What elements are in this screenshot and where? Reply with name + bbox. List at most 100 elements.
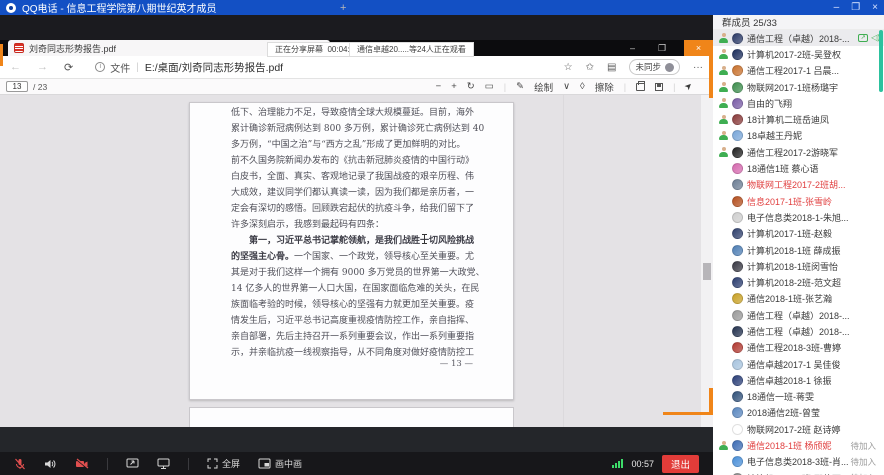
new-tab-button[interactable]: + <box>340 2 346 14</box>
member-name: 通信卓越2017-1 吴佳俊 <box>747 358 841 371</box>
draw-button[interactable]: 绘制 <box>534 80 553 94</box>
favorite-star-icon[interactable]: ☆ <box>564 62 573 73</box>
zoom-in-icon[interactable]: + <box>451 81 457 92</box>
pending-join-label: 待加入 <box>850 440 880 452</box>
member-row[interactable]: 通信工程2018-3班-曹婷 <box>713 340 884 356</box>
member-row[interactable]: 2018通信2班-曾莹 <box>713 405 884 421</box>
erase-button[interactable]: 擦除 <box>595 80 614 94</box>
member-row[interactable]: 计算机2018-2班-范文超 <box>713 274 884 290</box>
page-number-input[interactable]: 13 <box>6 81 28 92</box>
pdf-scrollbar-track[interactable] <box>701 95 713 427</box>
member-avatar <box>732 310 743 321</box>
member-row[interactable]: 物联网2017-1班杨璐宇 <box>713 79 884 95</box>
member-row[interactable]: 通信工程2017-1 吕晨... <box>713 63 884 79</box>
member-row[interactable]: 通信2018-1班-张艺瀚 <box>713 291 884 307</box>
toolbar-separator: | <box>624 82 626 92</box>
collections-icon[interactable]: ▤ <box>607 62 616 73</box>
screen-share-icon[interactable] <box>126 458 139 469</box>
member-row[interactable]: 通信工程2017-2游晓军 <box>713 144 884 160</box>
draw-icon[interactable]: ✎ <box>516 81 524 92</box>
address-url[interactable]: E:/桌面/刘奇同志形势报告.pdf <box>145 60 283 75</box>
member-row[interactable]: 18通信一班-蒋雯 <box>713 389 884 405</box>
profile-button[interactable]: 未同步 <box>629 59 680 75</box>
online-person-icon <box>719 82 728 92</box>
member-avatar <box>732 342 743 353</box>
member-row[interactable]: 计算机2017-1班-赵毅 <box>713 226 884 242</box>
member-name: 18通信1班 蔡心语 <box>747 162 819 175</box>
member-row[interactable]: 物联网工程2017-2班胡... <box>713 177 884 193</box>
pdf-text-line: 情发生后，习近平总书记高度重视疫情防控工作，亲自指挥、 <box>231 313 476 329</box>
back-icon[interactable]: ← <box>10 61 21 73</box>
close-button[interactable]: × <box>872 3 878 13</box>
online-person-icon <box>719 441 728 451</box>
restore-button[interactable]: ❐ <box>851 3 860 13</box>
forward-icon[interactable]: → <box>37 61 48 73</box>
erase-icon[interactable]: ◊ <box>580 81 585 92</box>
member-row[interactable]: 通信卓越2017-1 吴佳俊 <box>713 356 884 372</box>
online-person-icon <box>719 115 728 125</box>
minimize-button[interactable]: – <box>834 3 840 13</box>
member-row[interactable]: 自由的飞翔 <box>713 95 884 111</box>
members-scrollbar-thumb[interactable] <box>879 30 883 92</box>
pip-button[interactable]: 画中画 <box>258 457 302 470</box>
member-avatar <box>732 228 743 239</box>
pdf-text-line: 第一，习近平总书记掌舵领航，是我们战胜一切风险挑战 <box>231 233 476 249</box>
favorites-bar-icon[interactable]: ✩ <box>586 62 594 73</box>
fit-page-icon[interactable]: ↻ <box>467 81 475 92</box>
save-icon[interactable] <box>655 83 663 91</box>
pdf-text-line: 前不久国务院新闻办发布的《抗击新冠肺炎疫情的中国行动》 <box>231 153 476 169</box>
whiteboard-demo-icon[interactable] <box>157 458 170 469</box>
sharing-label: 正在分享屏幕 <box>275 44 323 55</box>
member-row[interactable]: 通信工程（卓越）2018-... <box>713 307 884 323</box>
pin-toolbar-icon[interactable]: ➤ <box>683 80 696 93</box>
member-avatar <box>732 114 743 125</box>
member-name: 计算机2018-1班-邢佳雨 <box>747 472 841 475</box>
print-icon[interactable] <box>636 83 645 91</box>
member-row[interactable]: 通信卓越2018-1 徐振 <box>713 372 884 388</box>
member-row[interactable]: 计算机2018-1班-邢佳雨待加入 <box>713 470 884 475</box>
member-name: 电子信息类2018-1-朱旭... <box>747 211 849 224</box>
browser-restore-button[interactable]: ❐ <box>658 43 666 54</box>
pdf-text-line: 定会有深切的感悟。回顾跌宕起伏的抗疫斗争，给我们留下了 <box>231 201 476 217</box>
member-row[interactable]: 计算机2018-1班闵雪怡 <box>713 258 884 274</box>
pdf-scrollbar-thumb[interactable] <box>703 263 711 280</box>
exit-call-button[interactable]: 退出 <box>662 455 699 473</box>
member-row[interactable]: 计算机2018-1班 薛成振 <box>713 242 884 258</box>
member-row[interactable]: 电子信息类2018-1-朱旭... <box>713 209 884 225</box>
pdf-file-icon <box>14 43 24 53</box>
mic-muted-icon[interactable] <box>14 458 26 470</box>
member-name: 计算机2017-2班-吴登权 <box>747 48 841 61</box>
camera-off-icon[interactable] <box>75 458 89 470</box>
speaker-icon[interactable] <box>44 458 57 470</box>
member-avatar <box>732 391 743 402</box>
member-row[interactable]: 电子信息类2018-3班-肖...待加入 <box>713 454 884 470</box>
zoom-out-icon[interactable]: − <box>436 81 442 92</box>
pdf-page-13: 低下、治理能力不足，导致疫情全球大规模蔓延。目前，海外累计确诊新冠病例达到 80… <box>189 102 514 400</box>
member-name: 自由的飞翔 <box>747 97 792 110</box>
browser-menu-icon[interactable]: ··· <box>693 62 703 73</box>
page-view-icon[interactable]: ▭ <box>485 81 494 92</box>
pdf-text-block: 低下、治理能力不足，导致疫情全球大规模蔓延。目前，海外累计确诊新冠病例达到 80… <box>231 105 476 361</box>
browser-minimize-button[interactable]: – <box>630 43 635 53</box>
member-row[interactable]: 通信工程（卓越）2018-... <box>713 323 884 339</box>
member-row[interactable]: 18卓越王丹妮 <box>713 128 884 144</box>
pdf-text-line: 14 亿多人的世界第一人口大国，在国家面临危难的关头，在民 <box>231 281 476 297</box>
member-avatar <box>732 65 743 76</box>
draw-caret-icon[interactable]: ∨ <box>563 81 570 92</box>
member-name: 18通信一班-蒋雯 <box>747 390 814 403</box>
member-row[interactable]: 计算机2017-2班-吴登权 <box>713 46 884 62</box>
page-info-icon[interactable]: i <box>95 62 105 72</box>
member-row[interactable]: 18通信1班 蔡心语 <box>713 160 884 176</box>
member-avatar <box>732 261 743 272</box>
pdf-text-line: 白皮书，全面、真实、客观地记录了我国战疫的艰辛历程、伟 <box>231 169 476 185</box>
address-separator: | <box>136 62 139 73</box>
member-row[interactable]: 信息2017-1班-张雪岭 <box>713 193 884 209</box>
member-row[interactable]: 通信2018-1班 杨颀妮待加入 <box>713 437 884 453</box>
fullscreen-button[interactable]: 全屏 <box>207 457 240 470</box>
member-row[interactable]: 物联网2017-2班 赵诗婷 <box>713 421 884 437</box>
member-row[interactable]: 通信工程（卓越）2018-...↗◁) <box>713 30 884 46</box>
member-avatar <box>732 407 743 418</box>
member-row[interactable]: 18计算机二班岳迪凤 <box>713 111 884 127</box>
refresh-icon[interactable]: ⟳ <box>64 61 73 74</box>
text-cursor <box>424 234 425 244</box>
